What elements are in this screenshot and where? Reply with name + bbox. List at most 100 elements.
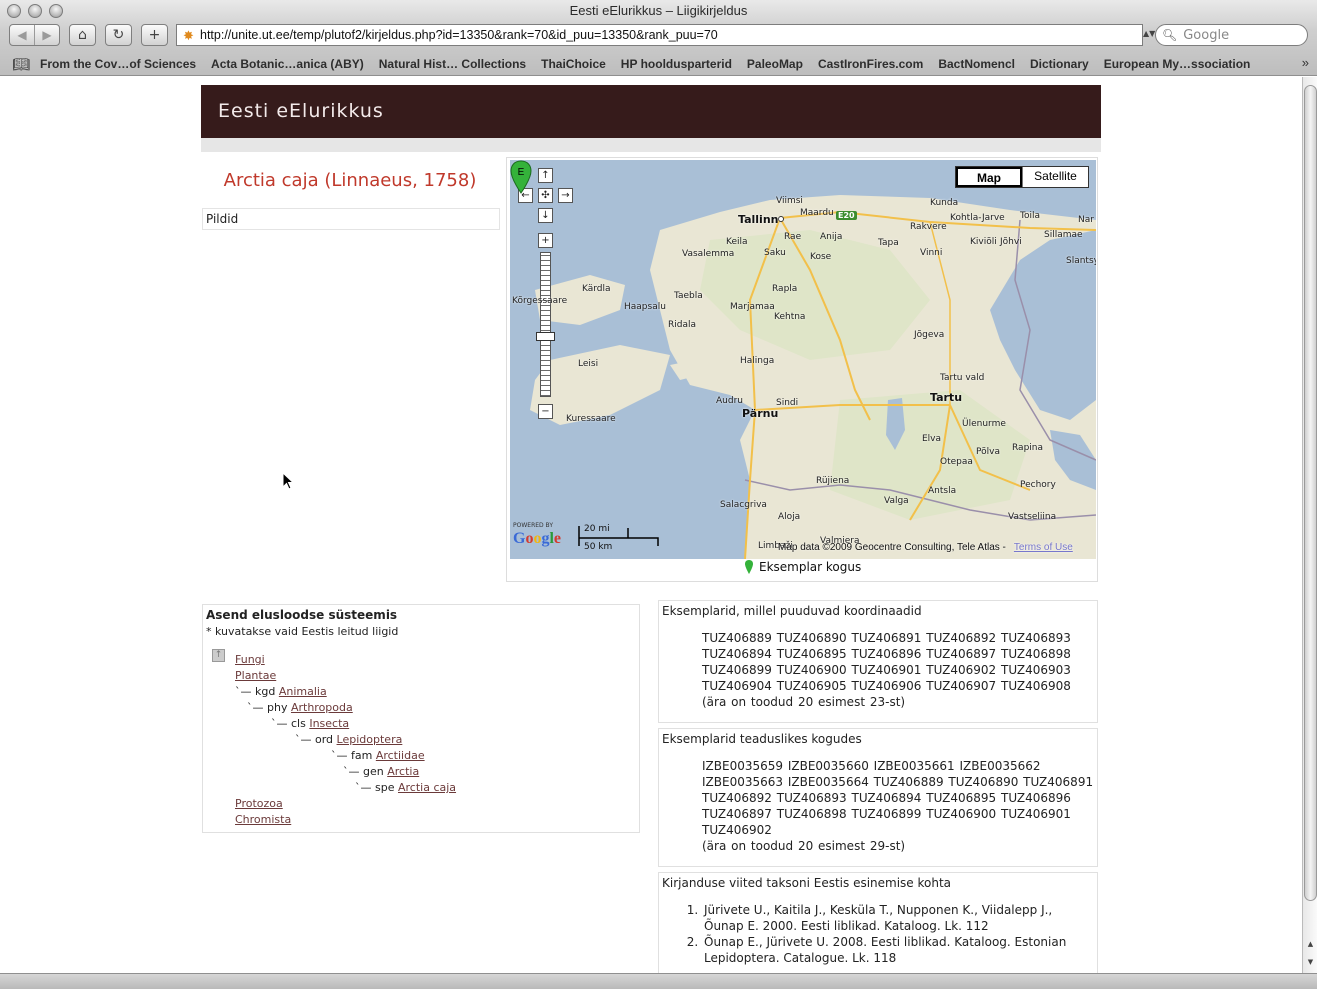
map-type-map-button[interactable]: Map [956,167,1022,187]
bookmark-item[interactable]: HP hooldusparterid [621,57,732,71]
taxon-link[interactable]: Animalia [279,685,327,698]
specimen-line: TUZ406894 TUZ406895 TUZ406896 TUZ406897 … [702,647,1071,661]
pan-up-icon[interactable]: ↑ [538,168,553,183]
status-bar [0,973,1317,989]
map-city-label: Tapa [878,238,899,248]
specimen-marker-icon[interactable]: E [510,160,532,194]
bookmarks-overflow-icon[interactable]: » [1302,55,1309,70]
pan-right-icon[interactable]: → [558,188,573,203]
zoom-out-icon[interactable]: − [538,404,553,419]
scroll-up-arrow-icon[interactable]: ▲ [1304,937,1317,951]
map-city-label: Põlva [976,447,1000,457]
map-city-label: Rakvere [910,222,947,232]
site-title[interactable]: Eesti eElurikkus [218,100,384,122]
bookmark-item[interactable]: CastIronFires.com [818,57,923,71]
tree-row: `— spe Arctia caja [206,780,636,796]
tree-prefix: `— gen [343,765,388,778]
map-city-label: Tartu vald [940,373,985,383]
search-input[interactable]: 🔍︎ Google [1155,24,1308,46]
map-city-label: Sillamae [1044,230,1083,240]
url-history-dropdown[interactable]: ▲▼ [1143,24,1155,46]
back-icon[interactable]: ◀ [10,25,35,45]
tree-prefix: `— fam [331,749,376,762]
map-city-label: Rapina [1012,443,1044,453]
specimen-line: TUZ406899 TUZ406900 TUZ406901 TUZ406902 … [702,663,1071,677]
no-coordinates-panel: Eksemplarid, millel puuduvad koordinaadi… [658,600,1098,723]
add-bookmark-button[interactable]: + [141,24,168,46]
map-city-label: Anija [820,232,843,242]
map-city-label: Tallinn [738,213,779,226]
scale-km: 50 km [584,542,613,552]
map-type-satellite-button[interactable]: Satellite [1022,167,1088,187]
zoom-slider-thumb[interactable] [536,332,555,341]
tree-row: Protozoa [206,796,636,812]
tree-row: `— ord Lepidoptera [206,732,636,748]
taxon-link[interactable]: Plantae [235,669,276,682]
scroll-down-arrow-icon[interactable]: ▼ [1304,955,1317,969]
plus-icon: + [148,27,161,43]
map-copyright-text: Map data ©2009 Geocentre Consulting, Tel… [778,542,1006,553]
collections-list: IZBE0035659 IZBE0035660 IZBE0035661 IZBE… [662,758,1094,854]
taxon-link[interactable]: Arthropoda [291,701,353,714]
bookmark-item[interactable]: PaleoMap [747,57,803,71]
tree-row: `— fam Arctiidae [206,748,636,764]
pan-center-icon[interactable]: ✣ [538,188,553,203]
map-city-label: Vasalemma [682,249,735,259]
taxon-link[interactable]: Arctia [387,765,419,778]
map-city-label: Kunda [930,198,959,208]
road-badge: E20 [836,211,857,220]
forward-icon[interactable]: ▶ [35,25,59,45]
taxon-link[interactable]: Protozoa [235,797,283,810]
literature-title: Kirjanduse viited taksoni Eestis esinemi… [662,876,952,890]
map-city-label: Vastseliina [1008,512,1057,522]
map-city-label: Jõhvi [1000,237,1022,247]
bookmark-item[interactable]: ThaiChoice [541,57,606,71]
map-city-label: Sindi [776,398,799,408]
taxon-link[interactable]: Fungi [235,653,265,666]
map-city-label: Taebla [674,291,703,301]
map-city-label: Kuressaare [566,414,616,424]
taxon-link[interactable]: Arctiidae [376,749,425,762]
taxon-link[interactable]: Chromista [235,813,291,826]
specimen-note: (ära on toodud 20 esimest 29-st) [702,839,906,853]
taxon-link[interactable]: Arctia caja [398,781,456,794]
map-city-label: Viimsi [776,196,803,206]
search-placeholder: Google [1183,27,1230,43]
bookmarks-book-icon[interactable]: 📖︎ [12,56,40,73]
bookmark-item[interactable]: From the Cov…of Sciences [40,57,196,71]
bookmark-item[interactable]: BactNomencl [938,57,1015,71]
up-arrow-icon[interactable]: ↑ [212,649,225,662]
specimen-line: TUZ406904 TUZ406905 TUZ406906 TUZ406907 … [702,679,1071,693]
bookmark-item[interactable]: European My…ssociation [1104,57,1251,71]
scrollbar-thumb[interactable] [1304,85,1317,901]
taxon-link[interactable]: Insecta [309,717,349,730]
map-city-label: Antsla [928,486,957,496]
page-content: Eesti eElurikkus Arctia caja (Linnaeus, … [0,77,1302,973]
specimen-line: TUZ406892 TUZ406893 TUZ406894 TUZ406895 … [702,791,1071,805]
literature-item: Õunap E., Jürivete U. 2008. Eesti liblik… [702,934,1094,966]
home-icon: ⌂ [78,27,87,43]
tree-row: `— gen Arctia [206,764,636,780]
bookmark-item[interactable]: Dictionary [1030,57,1089,71]
site-banner: Eesti eElurikkus [201,85,1101,138]
terms-of-use-link[interactable]: Terms of Use [1014,542,1073,553]
browser-window: Eesti eElurikkus – Liigikirjeldus ◀ ▶ ⌂ … [0,0,1317,989]
taxon-link[interactable]: Lepidoptera [337,733,403,746]
google-map[interactable]: Map Satellite ↑ ← ✣ → ↓ + − E20 Tallinn … [510,160,1096,559]
bookmark-item[interactable]: Natural Hist… Collections [379,57,526,71]
address-bar[interactable]: ✸ http://unite.ut.ee/temp/plutof2/kirjel… [176,24,1143,46]
home-button[interactable]: ⌂ [69,24,96,46]
vertical-scrollbar[interactable]: ▲ ▼ [1302,77,1317,973]
google-logo[interactable]: Google [513,530,561,548]
map-city-label: Tartu [930,391,963,404]
zoom-in-icon[interactable]: + [538,233,553,248]
reload-button[interactable]: ↻ [105,24,132,46]
map-city-label: Valga [884,496,909,506]
pan-down-icon[interactable]: ↓ [538,208,553,223]
svg-text:E: E [518,167,525,178]
literature-panel: Kirjanduse viited taksoni Eestis esinemi… [658,872,1098,973]
bookmark-item[interactable]: Acta Botanic…anica (ABY) [211,57,364,71]
map-city-label: Toila [1020,211,1040,221]
zoom-slider-track[interactable] [540,252,551,397]
no-coordinates-list: TUZ406889 TUZ406890 TUZ406891 TUZ406892 … [662,630,1094,710]
